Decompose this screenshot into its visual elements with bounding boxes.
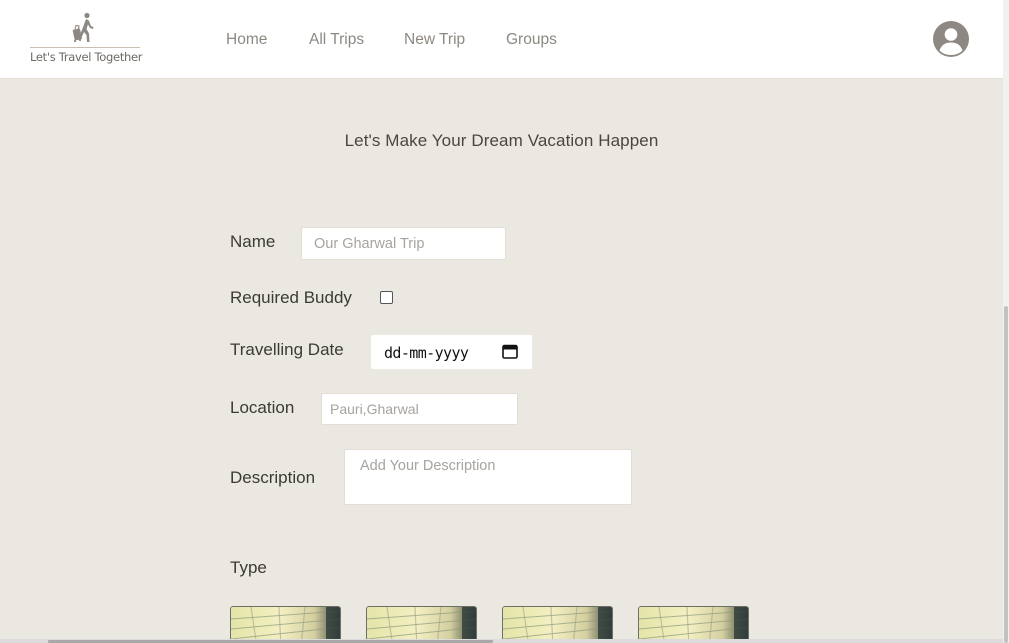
trip-type-option-1[interactable] <box>230 606 341 643</box>
location-label: Location <box>230 398 295 417</box>
travelling-date-input[interactable]: dd-mm-yyyy <box>371 335 532 369</box>
trip-type-image <box>503 607 612 643</box>
calendar-icon[interactable] <box>502 344 518 359</box>
description-textarea[interactable] <box>344 449 632 505</box>
nav-all-trips-link[interactable]: All Trips <box>309 31 364 49</box>
traveler-with-luggage-icon <box>72 12 94 43</box>
travelling-date-label: Travelling Date <box>230 340 344 359</box>
trip-type-image <box>231 607 340 643</box>
trip-type-image <box>639 607 748 643</box>
type-label: Type <box>230 558 267 577</box>
date-value: dd-mm-yyyy <box>384 344 469 362</box>
vertical-scrollbar-thumb[interactable] <box>1004 306 1008 643</box>
required-buddy-label: Required Buddy <box>230 288 352 307</box>
trip-type-option-4[interactable] <box>638 606 749 643</box>
required-buddy-checkbox[interactable] <box>380 291 393 304</box>
nav-home-link[interactable]: Home <box>226 31 267 49</box>
trip-type-option-2[interactable] <box>366 606 477 643</box>
brand-tagline: Let's Travel Together <box>30 50 143 64</box>
logo-divider <box>30 47 140 48</box>
page-title: Let's Make Your Dream Vacation Happen <box>344 131 659 150</box>
name-label: Name <box>230 232 276 251</box>
trip-type-option-3[interactable] <box>502 606 613 643</box>
trip-type-image <box>367 607 476 643</box>
trip-name-input[interactable] <box>301 227 506 260</box>
nav-groups-link[interactable]: Groups <box>506 31 557 49</box>
nav-new-trip-link[interactable]: New Trip <box>404 31 465 49</box>
location-input[interactable] <box>321 393 518 425</box>
top-navbar: Let's Travel Together Home All Trips New… <box>0 0 1003 79</box>
description-label: Description <box>230 468 316 487</box>
brand-logo[interactable]: Let's Travel Together <box>30 12 143 68</box>
user-avatar-icon[interactable] <box>933 21 969 57</box>
